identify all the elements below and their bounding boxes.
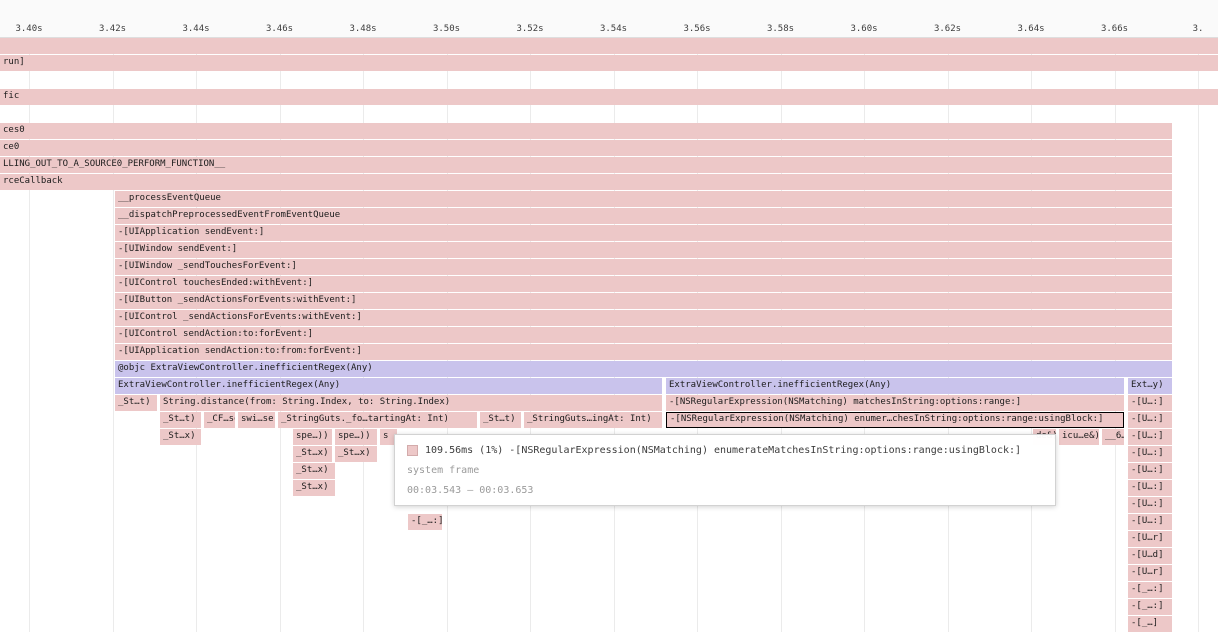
flame-bar[interactable]: spe…))	[293, 429, 332, 445]
time-tick-label: 3.60s	[850, 24, 877, 34]
flame-bar[interactable]: ExtraViewController.inefficientRegex(Any…	[666, 378, 1124, 394]
flame-bar[interactable]: rceCallback	[0, 174, 1172, 190]
instruments-flame-chart-window: { "ruler": { "ticks": ["3.40s","3.42s","…	[0, 0, 1218, 632]
time-tick-label: 3.64s	[1017, 24, 1044, 34]
tooltip-frame-type: system frame	[407, 465, 1043, 476]
flame-bar[interactable]: -[U…r]	[1128, 531, 1172, 547]
time-tick-label: 3.52s	[516, 24, 543, 34]
flame-bar[interactable]: -[NSRegularExpression(NSMatching) matche…	[666, 395, 1124, 411]
flame-bar[interactable]: _St…t)	[115, 395, 157, 411]
flame-bar[interactable]: icu…e&)	[1059, 429, 1099, 445]
flame-bar[interactable]: -[U…:]	[1128, 463, 1172, 479]
flame-bar[interactable]: _CF…se	[204, 412, 235, 428]
flame-bar[interactable]: __dispatchPreprocessedEventFromEventQueu…	[115, 208, 1172, 224]
flame-bar[interactable]: _St…x)	[293, 463, 335, 479]
flame-bar[interactable]: -[U…:]	[1128, 395, 1172, 411]
flame-bar[interactable]: -[_…]	[1128, 616, 1172, 632]
flame-bar[interactable]: -[_…:]	[1128, 599, 1172, 615]
gridline	[1198, 37, 1199, 632]
flame-bar[interactable]: -[U…r]	[1128, 565, 1172, 581]
flame-bar[interactable]	[0, 38, 1218, 54]
flame-bar[interactable]: _St…x)	[160, 429, 201, 445]
time-tick-label: 3.44s	[182, 24, 209, 34]
time-tick-label: 3.56s	[683, 24, 710, 34]
time-tick-label: 3.40s	[15, 24, 42, 34]
flame-bar[interactable]: _StringGuts…ingAt: Int)	[524, 412, 662, 428]
flame-bar[interactable]: _St…t)	[480, 412, 521, 428]
time-tick-label: 3.50s	[433, 24, 460, 34]
time-tick-label: 3.42s	[99, 24, 126, 34]
flame-bar[interactable]: -[U…:]	[1128, 480, 1172, 496]
time-tick-label: 3.58s	[767, 24, 794, 34]
flame-chart: run] fic ces0ce0LLING_OUT_TO_A_SOURCE0_PER…	[0, 0, 1218, 632]
time-tick-label: 3.54s	[600, 24, 627, 34]
time-tick-label: 3.48s	[349, 24, 376, 34]
flame-bar[interactable]: fic	[0, 89, 1218, 105]
flame-bar[interactable]: _St…t)	[160, 412, 201, 428]
flame-bar[interactable]: -[UIApplication sendEvent:]	[115, 225, 1172, 241]
flame-bar[interactable]: spe…))	[335, 429, 377, 445]
frame-color-swatch-icon	[407, 445, 418, 456]
flame-bar[interactable]: __processEventQueue	[115, 191, 1172, 207]
time-tick-label: 3.66s	[1101, 24, 1128, 34]
flame-bar[interactable]: _St…x)	[335, 446, 377, 462]
flame-bar[interactable]: -[U…:]	[1128, 429, 1172, 445]
flame-bar[interactable]: @objc ExtraViewController.inefficientReg…	[115, 361, 1172, 377]
tooltip-time-range: 00:03.543 — 00:03.653	[407, 485, 1043, 496]
flame-bar[interactable]: __6…)e	[1102, 429, 1124, 445]
flame-bar[interactable]: run]	[0, 55, 1218, 71]
flame-bar[interactable]: Ext…y)	[1128, 378, 1172, 394]
time-tick-label: 3.62s	[934, 24, 961, 34]
flame-bar-selected[interactable]: -[NSRegularExpression(NSMatching) enumer…	[666, 412, 1124, 428]
flame-bar[interactable]: ces0	[0, 123, 1172, 139]
flame-bar[interactable]: _St…x)	[293, 446, 332, 462]
flame-bar[interactable]: -[UIControl sendAction:to:forEvent:]	[115, 327, 1172, 343]
flame-bar[interactable]: -[UIControl _sendActionsForEvents:withEv…	[115, 310, 1172, 326]
tooltip-title-row: 109.56ms (1%) -[NSRegularExpression(NSMa…	[407, 445, 1043, 456]
flame-bar[interactable]: ExtraViewController.inefficientRegex(Any…	[115, 378, 662, 394]
time-tick-label: 3.	[1193, 24, 1204, 34]
flame-bar[interactable]: -[UIControl touchesEnded:withEvent:]	[115, 276, 1172, 292]
flame-bar[interactable]: -[UIWindow _sendTouchesForEvent:]	[115, 259, 1172, 275]
flame-bar[interactable]: -[U…:]	[1128, 514, 1172, 530]
flame-bar[interactable]: -[UIWindow sendEvent:]	[115, 242, 1172, 258]
flame-bar[interactable]: -[U…:]	[1128, 446, 1172, 462]
flame-bar[interactable]: -[_…:]	[1128, 582, 1172, 598]
tooltip-title: 109.56ms (1%) -[NSRegularExpression(NSMa…	[425, 445, 1021, 456]
flame-bar[interactable]: ce0	[0, 140, 1172, 156]
time-ruler[interactable]: 3.40s 3.42s 3.44s 3.46s 3.48s 3.50s 3.52s 3.54s…	[0, 0, 1218, 38]
flame-bar[interactable]: String.distance(from: String.Index, to: …	[160, 395, 662, 411]
hover-tooltip: 109.56ms (1%) -[NSRegularExpression(NSMa…	[394, 434, 1056, 506]
flame-bar[interactable]: LLING_OUT_TO_A_SOURCE0_PERFORM_FUNCTION_…	[0, 157, 1172, 173]
flame-bar[interactable]: _StringGuts._fo…tartingAt: Int)	[278, 412, 477, 428]
flame-bar[interactable]: -[UIButton _sendActionsForEvents:withEve…	[115, 293, 1172, 309]
flame-bar[interactable]: -[UIApplication sendAction:to:from:forEv…	[115, 344, 1172, 360]
flame-bar[interactable]: -[U…d]	[1128, 548, 1172, 564]
flame-bar[interactable]: _St…x)	[293, 480, 335, 496]
flame-bar[interactable]: -[U…:]	[1128, 412, 1172, 428]
flame-bar[interactable]: -[U…:]	[1128, 497, 1172, 513]
time-tick-label: 3.46s	[266, 24, 293, 34]
flame-bar[interactable]: -[_…:]	[408, 514, 442, 530]
flame-bar[interactable]: swi…se	[238, 412, 275, 428]
